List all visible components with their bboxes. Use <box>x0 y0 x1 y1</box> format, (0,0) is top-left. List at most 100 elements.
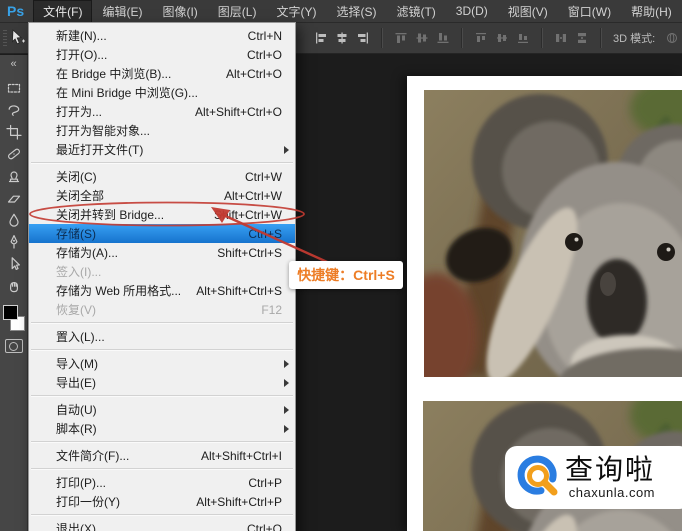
menu-item-save[interactable]: 存储(S) Ctrl+S <box>29 224 295 243</box>
menu-item-import[interactable]: 导入(M) <box>29 354 295 373</box>
menu-item-browse-in-mini-bridge[interactable]: 在 Mini Bridge 中浏览(G)... <box>29 83 295 102</box>
align-left-edges-icon[interactable] <box>313 30 329 46</box>
distribute-horizontal-icon[interactable] <box>553 30 569 46</box>
foreground-color-swatch[interactable] <box>2 305 18 320</box>
menu-item-shortcut: Ctrl+N <box>247 28 282 43</box>
menubar-item-filter[interactable]: 滤镜(T) <box>386 0 445 23</box>
menu-item-open[interactable]: 打开(O)... Ctrl+O <box>29 45 295 64</box>
menubar-item-image[interactable]: 图像(I) <box>152 0 207 23</box>
photoshop-logo: Ps <box>7 3 25 19</box>
menu-item-scripts[interactable]: 脚本(R) <box>29 419 295 438</box>
menu-item-exit[interactable]: 退出(X) Ctrl+Q <box>29 519 295 531</box>
submenu-arrow-icon <box>284 405 289 414</box>
align-bottom-edges-icon[interactable] <box>435 30 451 46</box>
healing-brush-tool[interactable] <box>0 143 27 165</box>
eraser-tool[interactable] <box>0 187 27 209</box>
menu-item-save-for-web[interactable]: 存储为 Web 所用格式... Alt+Shift+Ctrl+S <box>29 281 295 300</box>
collapse-panel-button[interactable]: « <box>0 59 27 70</box>
menu-item-shortcut: Ctrl+O <box>246 47 282 62</box>
menubar-item-3d[interactable]: 3D(D) <box>446 1 498 21</box>
menu-item-label: 最近打开文件(T) <box>56 143 144 157</box>
menubar-item-type[interactable]: 文字(Y) <box>266 0 326 23</box>
menu-item-label: 打印(P)... <box>56 476 106 490</box>
hand-tool[interactable] <box>0 275 27 297</box>
menu-item-close-all[interactable]: 关闭全部 Alt+Ctrl+W <box>29 186 295 205</box>
menu-item-open-recent[interactable]: 最近打开文件(T) <box>29 140 295 159</box>
menu-item-shortcut: Ctrl+P <box>248 475 282 490</box>
magnifier-logo-icon <box>513 451 561 504</box>
distribute-bottom-edges-icon[interactable] <box>515 30 531 46</box>
align-right-edges-icon[interactable] <box>355 30 371 46</box>
menu-item-open-as[interactable]: 打开为... Alt+Shift+Ctrl+O <box>29 102 295 121</box>
menu-item-save-as[interactable]: 存储为(A)... Shift+Ctrl+S <box>29 243 295 262</box>
watermark-brand: 查询啦 <box>565 453 656 486</box>
menu-item-shortcut: Alt+Shift+Ctrl+P <box>196 494 282 509</box>
menu-item-file-info[interactable]: 文件简介(F)... Alt+Shift+Ctrl+I <box>29 446 295 465</box>
align-vertical-centers-icon[interactable] <box>414 30 430 46</box>
menu-item-automate[interactable]: 自动(U) <box>29 400 295 419</box>
menu-item-close[interactable]: 关闭(C) Ctrl+W <box>29 167 295 186</box>
shortcut-tip-text: 快捷键：Ctrl+S <box>297 267 395 283</box>
options-bar-grip[interactable] <box>3 30 7 46</box>
watermark-domain: chaxunla.com <box>568 485 656 500</box>
align-top-edges-icon[interactable] <box>393 30 409 46</box>
menu-item-check-in[interactable]: 签入(I)... <box>29 262 295 281</box>
menu-separator <box>31 514 293 516</box>
menu-item-label: 脚本(R) <box>56 422 97 436</box>
submenu-arrow-icon <box>284 145 289 154</box>
menubar-item-edit[interactable]: 编辑(E) <box>92 0 152 23</box>
file-menu: 新建(N)... Ctrl+N 打开(O)... Ctrl+O 在 Bridge 中浏览… <box>28 22 296 531</box>
menubar-item-file[interactable]: 文件(F) <box>33 0 93 23</box>
menu-item-label: 文件简介(F)... <box>56 449 130 463</box>
menubar-item-select[interactable]: 选择(S) <box>326 0 386 23</box>
distribute-top-edges-icon[interactable] <box>473 30 489 46</box>
menu-item-close-and-go-to-bridge[interactable]: 关闭并转到 Bridge... Shift+Ctrl+W <box>29 205 295 224</box>
rect-marquee-tool[interactable] <box>0 77 27 99</box>
clone-stamp-tool[interactable] <box>0 165 27 187</box>
menu-item-shortcut: Ctrl+S <box>248 226 282 241</box>
koala-photo-1 <box>424 90 682 377</box>
menu-item-label: 打印一份(Y) <box>56 495 120 509</box>
submenu-arrow-icon <box>284 359 289 368</box>
3d-rotate-icon[interactable] <box>664 30 680 46</box>
menu-item-open-as-smart-object[interactable]: 打开为智能对象... <box>29 121 295 140</box>
color-swatches[interactable] <box>2 305 26 331</box>
menubar-item-layer[interactable]: 图层(L) <box>208 0 267 23</box>
menu-item-label: 签入(I)... <box>56 265 102 279</box>
menu-separator <box>31 322 293 324</box>
menu-item-new[interactable]: 新建(N)... Ctrl+N <box>29 26 295 45</box>
quick-mask-icon[interactable] <box>4 339 23 353</box>
menubar-item-view[interactable]: 视图(V) <box>498 0 558 23</box>
options-group-distribute <box>466 30 538 46</box>
menu-item-label: 在 Bridge 中浏览(B)... <box>56 67 172 81</box>
menu-item-label: 退出(X) <box>56 522 96 531</box>
menu-item-print-one-copy[interactable]: 打印一份(Y) Alt+Shift+Ctrl+P <box>29 492 295 511</box>
menu-item-shortcut: Ctrl+W <box>245 169 282 184</box>
menubar-item-help[interactable]: 帮助(H) <box>621 0 682 23</box>
submenu-arrow-icon <box>284 424 289 433</box>
menubar-item-window[interactable]: 窗口(W) <box>558 0 621 23</box>
menu-item-revert[interactable]: 恢复(V) F12 <box>29 300 295 319</box>
menu-item-browse-in-bridge[interactable]: 在 Bridge 中浏览(B)... Alt+Ctrl+O <box>29 64 295 83</box>
menu-item-label: 导入(M) <box>56 357 98 371</box>
blur-tool[interactable] <box>0 209 27 231</box>
menu-item-label: 打开为智能对象... <box>56 124 151 138</box>
lasso-tool[interactable] <box>0 99 27 121</box>
menu-item-export[interactable]: 导出(E) <box>29 373 295 392</box>
shortcut-tip: 快捷键：Ctrl+S <box>289 261 403 289</box>
menu-item-place[interactable]: 置入(L)... <box>29 327 295 346</box>
menu-item-shortcut: Ctrl+Q <box>246 521 282 531</box>
menu-item-print[interactable]: 打印(P)... Ctrl+P <box>29 473 295 492</box>
distribute-vertical-icon[interactable] <box>574 30 590 46</box>
options-separator <box>461 27 463 48</box>
photoshop-window: 查询啦 chaxunla.com Ps 文件(F) 编辑(E) 图像(I) 图层(L)… <box>0 0 682 531</box>
direct-selection-tool[interactable] <box>0 253 27 275</box>
align-horizontal-centers-icon[interactable] <box>334 30 350 46</box>
crop-tool[interactable] <box>0 121 27 143</box>
menu-item-label: 关闭(C) <box>56 170 97 184</box>
pen-tool[interactable] <box>0 231 27 253</box>
distribute-vertical-centers-icon[interactable] <box>494 30 510 46</box>
submenu-arrow-icon <box>284 378 289 387</box>
3d-mode-label: 3D 模式: <box>613 32 656 45</box>
options-group-distribute-spacing <box>546 30 597 46</box>
